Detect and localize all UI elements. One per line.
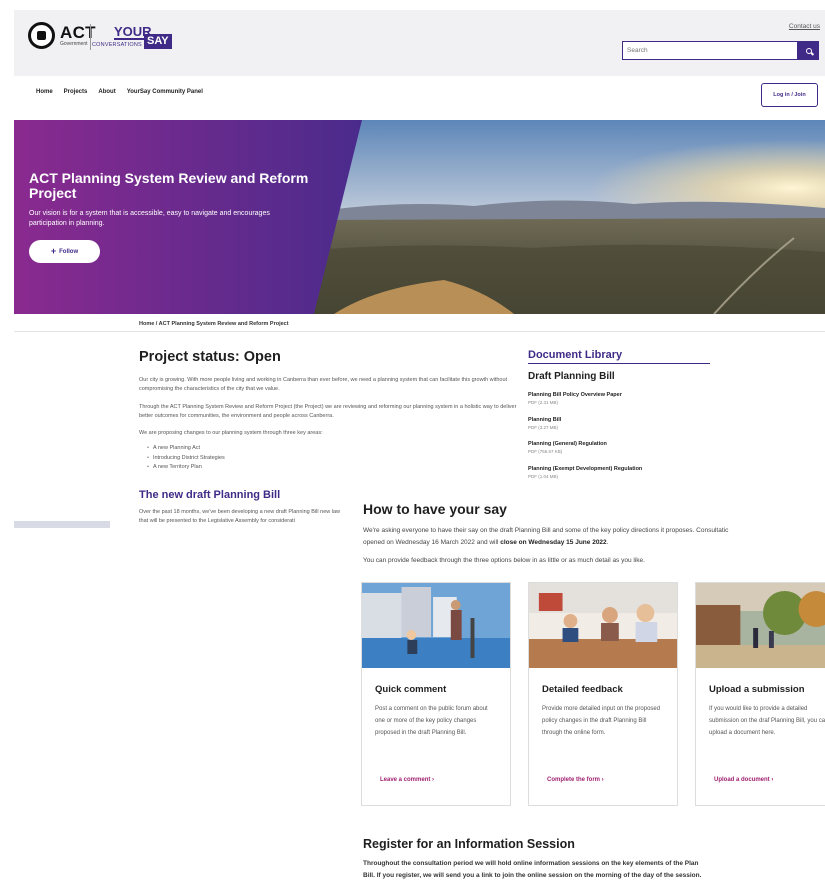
login-join-button[interactable]: Log in / Join [761,83,818,107]
search-icon [805,47,812,54]
card-description: Post a comment on the public forum about… [375,706,488,736]
plus-icon: + [50,246,57,256]
nav-item-about[interactable]: About [98,89,115,95]
intro-line-1: We're asking everyone to have their say … [363,527,729,534]
new-draft-bill-title: The new draft Planning Bill [139,489,281,501]
list-item: A new Planning Act [147,444,225,454]
register-session-text-2: Bill. If you register, we will send you … [363,872,702,879]
document-link[interactable]: Planning (General) Regulation PDF (756.6… [528,440,607,455]
project-status-paragraph-1: Our city is growing. With more people li… [139,377,508,392]
meeting-image [529,583,677,668]
document-title: Planning Bill [528,417,562,423]
search-input[interactable] [622,41,798,60]
document-title: Planning (General) Regulation [528,441,607,447]
logo-divider [90,24,91,50]
act-government-logo[interactable]: ACT Government [28,22,96,49]
register-session-text-1: Throughout the consultation period we wi… [363,860,699,867]
nav-item-projects[interactable]: Projects [64,89,88,95]
card-title: Quick comment [375,684,447,695]
main-nav: Home Projects About YourSay Community Pa… [36,89,203,95]
contact-us-link[interactable]: Contact us [789,23,820,30]
intro-line-2: opened on Wednesday 16 March 2022 and wi… [363,539,501,546]
nav-item-community-panel[interactable]: YourSay Community Panel [127,89,203,95]
list-item: Introducing District Strategies [147,454,225,464]
key-areas-list: A new Planning Act Introducing District … [147,444,225,473]
intro-end: . [606,539,609,546]
card-description: If you would like to provide a detailed … [709,706,825,736]
follow-button[interactable]: + Follow [29,240,100,263]
project-status-title: Project status: Open [139,349,281,365]
document-title: Planning (Exempt Development) Regulation [528,466,643,472]
side-tab[interactable] [14,521,110,528]
project-status-paragraph-3: We are proposing changes to our planning… [139,430,323,436]
yoursay-logo-conversations: CONVERSATIONS [92,42,142,48]
document-meta: PDF (3.27 MB) [528,425,559,430]
complete-form-link[interactable]: Complete the form › [547,777,604,783]
document-library-underline [528,363,710,364]
card-title: Upload a submission [709,684,805,695]
playground-image [362,583,510,668]
breadcrumb-divider [14,331,825,332]
hero-subtitle: Our vision is for a system that is acces… [29,210,270,227]
quick-comment-card[interactable]: Quick comment Post a comment on the publ… [361,582,511,806]
act-crest-icon [28,22,55,49]
document-library-subtitle: Draft Planning Bill [528,371,615,382]
hero-title: ACT Planning System Review and Reform Pr… [29,170,309,201]
list-item: A new Territory Plan [147,463,225,473]
document-meta: PDF (2.31 MB) [528,400,559,405]
leave-comment-link[interactable]: Leave a comment › [380,777,434,783]
yoursay-logo-say: SAY [144,34,172,49]
document-link[interactable]: Planning (Exempt Development) Regulation… [528,465,642,480]
street-image [696,583,825,668]
card-description: Provide more detailed input on the propo… [542,706,661,736]
new-draft-bill-text: Over the past 18 months, we've been deve… [139,509,341,524]
search-button[interactable] [798,41,819,60]
document-meta: PDF (756.67 KB) [528,449,563,454]
document-link[interactable]: Planning Bill Policy Overview Paper PDF … [528,391,622,406]
document-title: Planning Bill Policy Overview Paper [528,392,622,398]
document-library-title: Document Library [528,349,623,361]
close-date: close on Wednesday 15 June 2022 [500,539,607,546]
upload-submission-card[interactable]: Upload a submission If you would like to… [695,582,825,806]
have-your-say-intro: We're asking everyone to have their say … [363,525,825,549]
nav-item-home[interactable]: Home [36,89,53,95]
document-link[interactable]: Planning Bill PDF (3.27 MB) [528,416,561,431]
register-session-title: Register for an Information Session [363,837,575,851]
card-title: Detailed feedback [542,684,623,695]
have-your-say-title: How to have your say [363,501,507,517]
document-meta: PDF (1.04 MB) [528,474,559,479]
project-status-paragraph-2: Through the ACT Planning System Review a… [139,404,517,419]
upload-document-link[interactable]: Upload a document › [714,777,773,783]
yoursay-logo[interactable]: YOUR CONVERSATIONS SAY [92,25,178,51]
follow-label: Follow [59,248,79,255]
have-your-say-options-text: You can provide feedback through the thr… [363,557,645,564]
breadcrumb[interactable]: Home / ACT Planning System Review and Re… [139,321,289,327]
detailed-feedback-card[interactable]: Detailed feedback Provide more detailed … [528,582,678,806]
